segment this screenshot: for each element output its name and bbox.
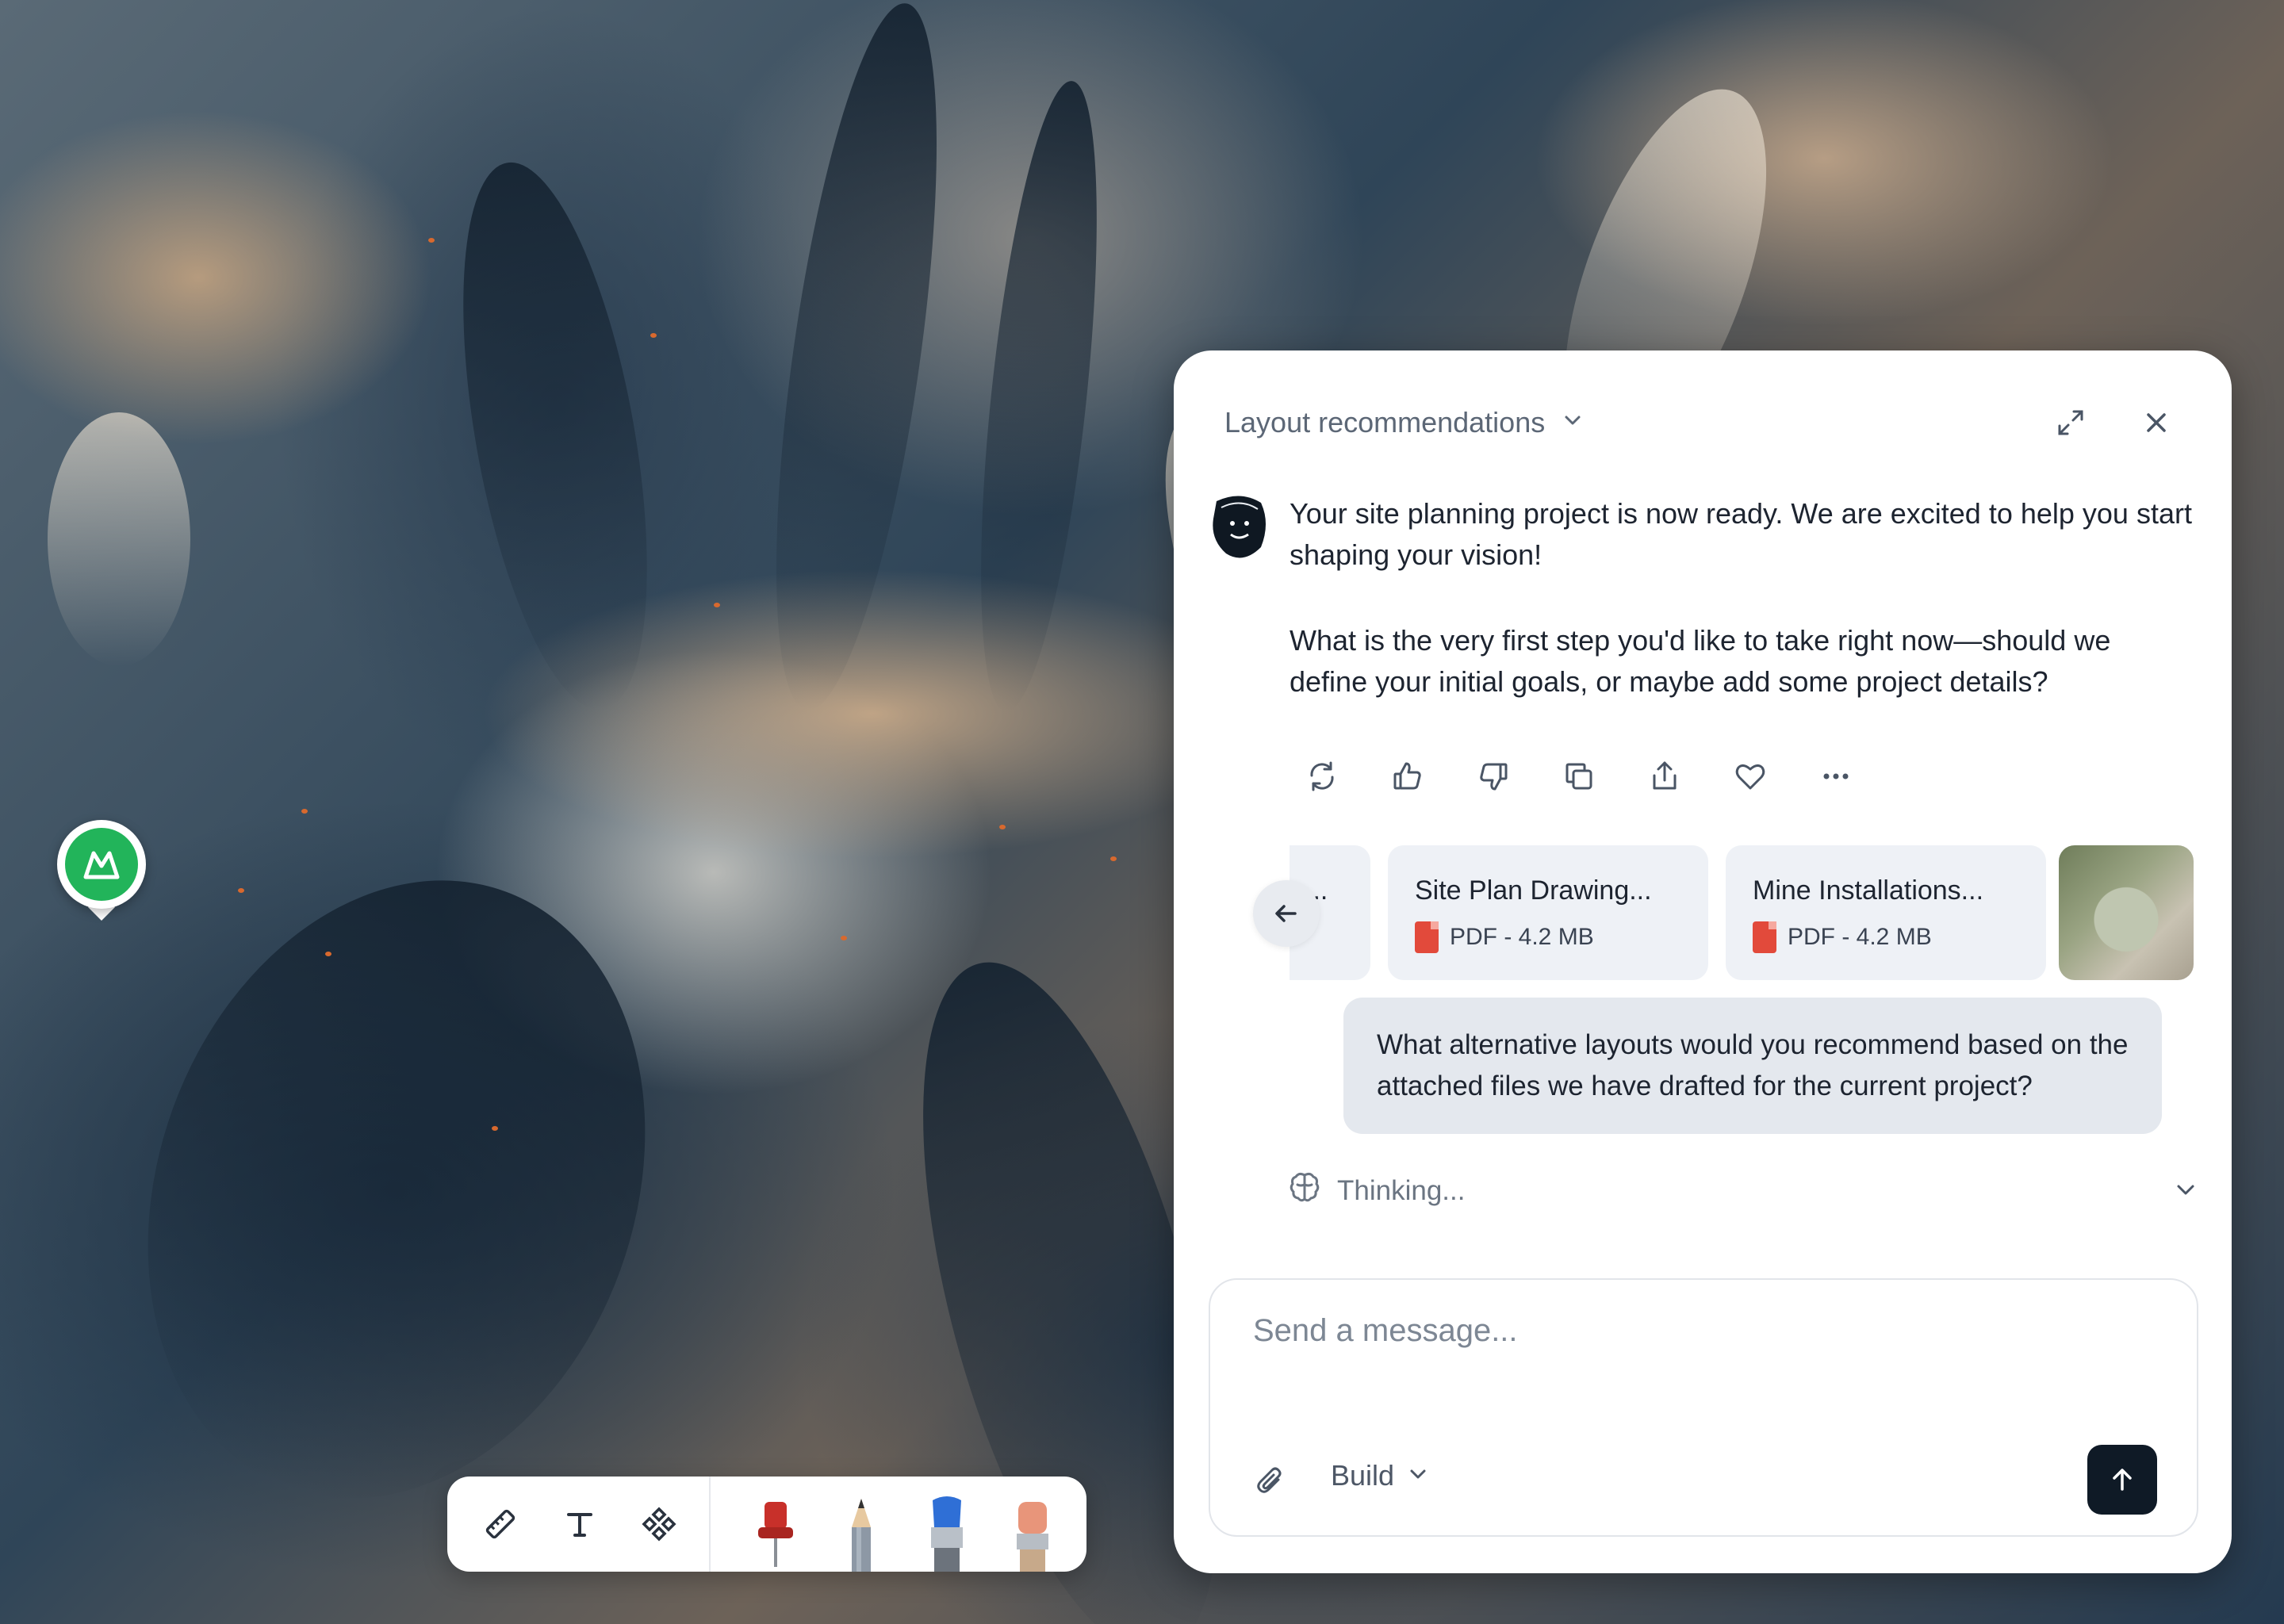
message-actions <box>1302 756 1856 796</box>
pencil-tool[interactable] <box>836 1496 887 1572</box>
chevron-down-icon[interactable] <box>2168 1172 2203 1207</box>
chat-panel: Layout recommendations Your site plannin… <box>1174 350 2232 1573</box>
assistant-message-paragraph: Your site planning project is now ready.… <box>1290 497 2192 571</box>
site-plan-thumbnail[interactable] <box>2059 845 2194 980</box>
conversation-title-dropdown[interactable]: Layout recommendations <box>1224 406 1585 439</box>
conversation-title: Layout recommendations <box>1224 406 1546 439</box>
text-icon[interactable] <box>558 1503 601 1545</box>
components-icon[interactable] <box>638 1503 680 1545</box>
expand-icon[interactable] <box>2051 403 2090 442</box>
chevron-down-icon <box>1407 1459 1429 1492</box>
more-icon[interactable] <box>1816 756 1856 796</box>
brain-icon <box>1288 1170 1321 1211</box>
regenerate-icon[interactable] <box>1302 756 1342 796</box>
message-composer[interactable]: Send a message... Build <box>1209 1278 2198 1537</box>
map-location-pin[interactable] <box>57 820 146 926</box>
assistant-message-paragraph: What is the very first step you'd like t… <box>1290 624 2111 698</box>
pdf-icon <box>1415 921 1439 953</box>
mode-selector[interactable]: Build <box>1331 1459 1429 1492</box>
message-input[interactable]: Send a message... <box>1253 1313 1518 1349</box>
thinking-label: Thinking... <box>1337 1174 1466 1206</box>
drawing-toolbar <box>447 1477 1086 1572</box>
attachments-carousel[interactable]: ... Site Plan Drawing... PDF - 4.2 MB Mi… <box>1290 845 2202 980</box>
heart-icon[interactable] <box>1730 756 1770 796</box>
attachment-meta: PDF - 4.2 MB <box>1788 924 1932 950</box>
carousel-back-button[interactable] <box>1253 880 1320 947</box>
mountain-icon <box>65 828 138 901</box>
arrow-left-icon <box>1275 905 1297 922</box>
close-icon[interactable] <box>2136 403 2176 442</box>
attachment-name: Mine Installations... <box>1753 875 1984 906</box>
paintbrush-tool[interactable] <box>922 1496 972 1572</box>
attachment-card[interactable]: Site Plan Drawing... PDF - 4.2 MB <box>1388 845 1708 980</box>
assistant-avatar <box>1209 492 1272 561</box>
paperclip-icon[interactable] <box>1251 1462 1291 1502</box>
send-button[interactable] <box>2087 1445 2157 1515</box>
arrow-up-icon <box>2113 1469 2132 1491</box>
thumbs-up-icon[interactable] <box>1388 756 1428 796</box>
ruler-icon[interactable] <box>479 1503 522 1545</box>
thumbs-down-icon[interactable] <box>1473 756 1513 796</box>
share-icon[interactable] <box>1645 756 1684 796</box>
pushpin-tool[interactable] <box>750 1496 801 1572</box>
pdf-icon <box>1753 921 1776 953</box>
user-message-text: What alternative layouts would you recom… <box>1377 1029 2129 1101</box>
attachment-meta: PDF - 4.2 MB <box>1450 924 1594 950</box>
copy-icon[interactable] <box>1559 756 1599 796</box>
attachment-card[interactable]: Mine Installations... PDF - 4.2 MB <box>1726 845 2046 980</box>
mode-label: Build <box>1331 1459 1395 1492</box>
eraser-tool[interactable] <box>1007 1496 1058 1572</box>
chevron-down-icon <box>1561 406 1585 439</box>
assistant-message: Your site planning project is now ready.… <box>1290 493 2194 703</box>
attachment-name: Site Plan Drawing... <box>1415 875 1652 906</box>
thinking-indicator[interactable]: Thinking... <box>1288 1170 1465 1211</box>
user-message: What alternative layouts would you recom… <box>1343 998 2162 1134</box>
